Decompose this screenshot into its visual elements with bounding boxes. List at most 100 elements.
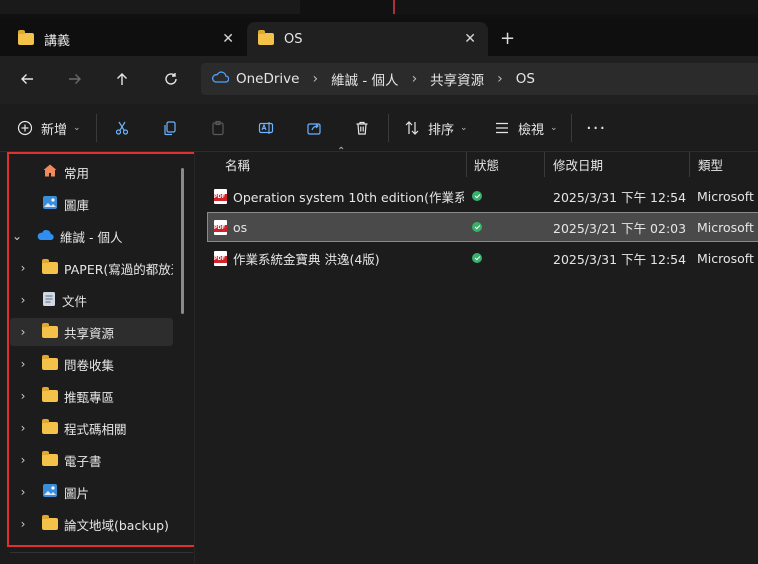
sort-button[interactable]: 排序 ⌄ bbox=[404, 116, 468, 140]
sidebar-item-admissions[interactable]: › 推甄專區 bbox=[10, 382, 173, 410]
close-icon[interactable]: ✕ bbox=[222, 31, 234, 47]
share-button[interactable] bbox=[306, 116, 322, 140]
file-type: Microsoft E bbox=[697, 219, 758, 235]
background-window-strip bbox=[0, 0, 758, 18]
chevron-right-icon[interactable]: › bbox=[16, 293, 30, 307]
chevron-right-icon[interactable]: › bbox=[16, 261, 30, 275]
sidebar-item-code[interactable]: › 程式碼相關 bbox=[10, 414, 173, 442]
chevron-right-icon[interactable]: › bbox=[497, 71, 503, 87]
chevron-right-icon[interactable]: › bbox=[312, 71, 318, 87]
address-bar[interactable]: OneDrive › 維誠 - 個人 › 共享資源 › OS bbox=[201, 63, 758, 95]
arrow-up-icon bbox=[117, 73, 127, 85]
onedrive-cloud-icon bbox=[211, 71, 230, 87]
delete-button[interactable] bbox=[354, 116, 370, 140]
view-button[interactable]: 檢視 ⌄ bbox=[494, 116, 558, 140]
sidebar-item-pictures[interactable]: › 圖片 bbox=[10, 478, 173, 506]
sidebar-item-home[interactable]: 常用 bbox=[10, 158, 173, 186]
new-label: 新增 bbox=[41, 122, 68, 138]
chevron-down-icon: ⌄ bbox=[73, 123, 81, 133]
column-label: 狀態 bbox=[474, 158, 500, 173]
column-header-name[interactable]: 名稱 ⌃ bbox=[195, 146, 467, 177]
arrow-left-icon bbox=[21, 74, 33, 84]
chevron-right-icon[interactable]: › bbox=[16, 421, 30, 435]
rename-button[interactable] bbox=[258, 116, 274, 140]
column-header-type[interactable]: 類型 bbox=[690, 152, 758, 177]
breadcrumb-os[interactable]: OS bbox=[516, 71, 535, 87]
navigation-pane: 常用 圖庫 ⌄ 維誠 - 個人 › PAPER(寫過的都放這 › 文件 › 共享… bbox=[0, 152, 196, 564]
chevron-right-icon[interactable]: › bbox=[16, 453, 30, 467]
chevron-down-icon: ⌄ bbox=[460, 123, 468, 133]
divider bbox=[388, 114, 389, 142]
synced-check-icon bbox=[472, 222, 482, 232]
chevron-right-icon[interactable]: › bbox=[16, 517, 30, 531]
sort-label: 排序 bbox=[428, 122, 455, 138]
breadcrumb-personal[interactable]: 維誠 - 個人 bbox=[331, 69, 398, 89]
chevron-right-icon[interactable]: › bbox=[16, 325, 30, 339]
column-header-date-modified[interactable]: 修改日期 bbox=[545, 152, 690, 177]
file-row[interactable]: 作業系統金寶典 洪逸(4版) 2025/3/31 下午 12:54 Micros… bbox=[208, 244, 758, 272]
sidebar-scrollbar[interactable] bbox=[181, 168, 184, 314]
file-date: 2025/3/21 下午 02:03 bbox=[553, 220, 687, 236]
sidebar-item-label: 文件 bbox=[62, 293, 88, 309]
folder-icon bbox=[42, 355, 58, 370]
folder-icon bbox=[42, 515, 58, 530]
file-name: os bbox=[233, 219, 248, 235]
breadcrumb-shared[interactable]: 共享資源 bbox=[430, 69, 484, 89]
command-toolbar: 新增 ⌄ 排序 ⌄ 檢視 ⌄ ··· bbox=[0, 104, 758, 152]
sidebar-item-shared-resources[interactable]: › 共享資源 bbox=[10, 318, 173, 346]
refresh-button[interactable] bbox=[157, 65, 185, 93]
column-header-status[interactable]: 狀態 bbox=[467, 152, 545, 177]
copy-icon bbox=[162, 120, 178, 136]
copy-button[interactable] bbox=[162, 116, 178, 140]
divider bbox=[571, 114, 572, 142]
chevron-right-icon[interactable]: › bbox=[16, 357, 30, 371]
tab-os[interactable]: OS ✕ bbox=[247, 22, 488, 56]
sidebar-item-ebooks[interactable]: › 電子書 bbox=[10, 446, 173, 474]
share-icon bbox=[306, 120, 322, 136]
breadcrumb-onedrive[interactable]: OneDrive bbox=[236, 71, 299, 87]
refresh-icon bbox=[165, 73, 177, 85]
chevron-right-icon[interactable]: › bbox=[16, 389, 30, 403]
sidebar-item-gallery[interactable]: 圖庫 bbox=[10, 190, 173, 218]
sidebar-item-thesis-backup[interactable]: › 論文地域(backup) bbox=[10, 510, 173, 538]
sidebar-item-surveys[interactable]: › 問卷收集 bbox=[10, 350, 173, 378]
sidebar-item-label: 推甄專區 bbox=[64, 389, 115, 405]
cut-button[interactable] bbox=[114, 116, 130, 140]
gallery-icon bbox=[42, 195, 58, 213]
folder-icon bbox=[42, 419, 58, 434]
view-label: 檢視 bbox=[518, 122, 545, 138]
folder-icon bbox=[42, 323, 58, 338]
sidebar-item-paper[interactable]: › PAPER(寫過的都放這 bbox=[10, 254, 173, 282]
file-list-pane: 名稱 ⌃ 狀態 修改日期 類型 Operation system 10th ed… bbox=[194, 146, 758, 564]
column-label: 類型 bbox=[698, 158, 724, 173]
up-button[interactable] bbox=[108, 65, 136, 93]
file-name: Operation system 10th edition(作業系... bbox=[233, 189, 464, 205]
file-row[interactable]: os 2025/3/21 下午 02:03 Microsoft E bbox=[207, 212, 758, 242]
paste-button[interactable] bbox=[210, 116, 226, 140]
chevron-down-icon[interactable]: ⌄ bbox=[10, 229, 24, 243]
more-options-icon[interactable]: ··· bbox=[586, 116, 606, 140]
plus-icon[interactable]: + bbox=[500, 28, 515, 49]
arrow-right-icon bbox=[69, 74, 81, 84]
sort-icon bbox=[404, 120, 420, 136]
sidebar-item-onedrive-personal[interactable]: ⌄ 維誠 - 個人 bbox=[10, 222, 173, 250]
chevron-right-icon[interactable]: › bbox=[412, 71, 418, 87]
new-button[interactable]: 新增 ⌄ bbox=[17, 116, 81, 140]
synced-check-icon bbox=[472, 253, 482, 263]
forward-button[interactable] bbox=[61, 65, 89, 93]
tab-lecture[interactable]: 講義 ✕ bbox=[0, 22, 246, 56]
file-date: 2025/3/31 下午 12:54 bbox=[553, 251, 687, 267]
onedrive-cloud-icon bbox=[36, 229, 54, 244]
sidebar-item-label: 維誠 - 個人 bbox=[60, 229, 123, 245]
clipboard-icon bbox=[210, 120, 226, 136]
close-icon[interactable]: ✕ bbox=[464, 31, 476, 47]
sort-ascending-icon: ⌃ bbox=[337, 146, 346, 157]
chevron-right-icon[interactable]: › bbox=[16, 485, 30, 499]
sidebar-item-documents[interactable]: › 文件 bbox=[10, 286, 173, 314]
folder-icon bbox=[258, 30, 274, 45]
column-label: 名稱 bbox=[225, 158, 251, 173]
sidebar-item-label: 程式碼相關 bbox=[64, 421, 127, 437]
back-button[interactable] bbox=[13, 65, 41, 93]
plus-circle-icon bbox=[17, 120, 33, 136]
file-row[interactable]: Operation system 10th edition(作業系... 202… bbox=[208, 182, 758, 210]
